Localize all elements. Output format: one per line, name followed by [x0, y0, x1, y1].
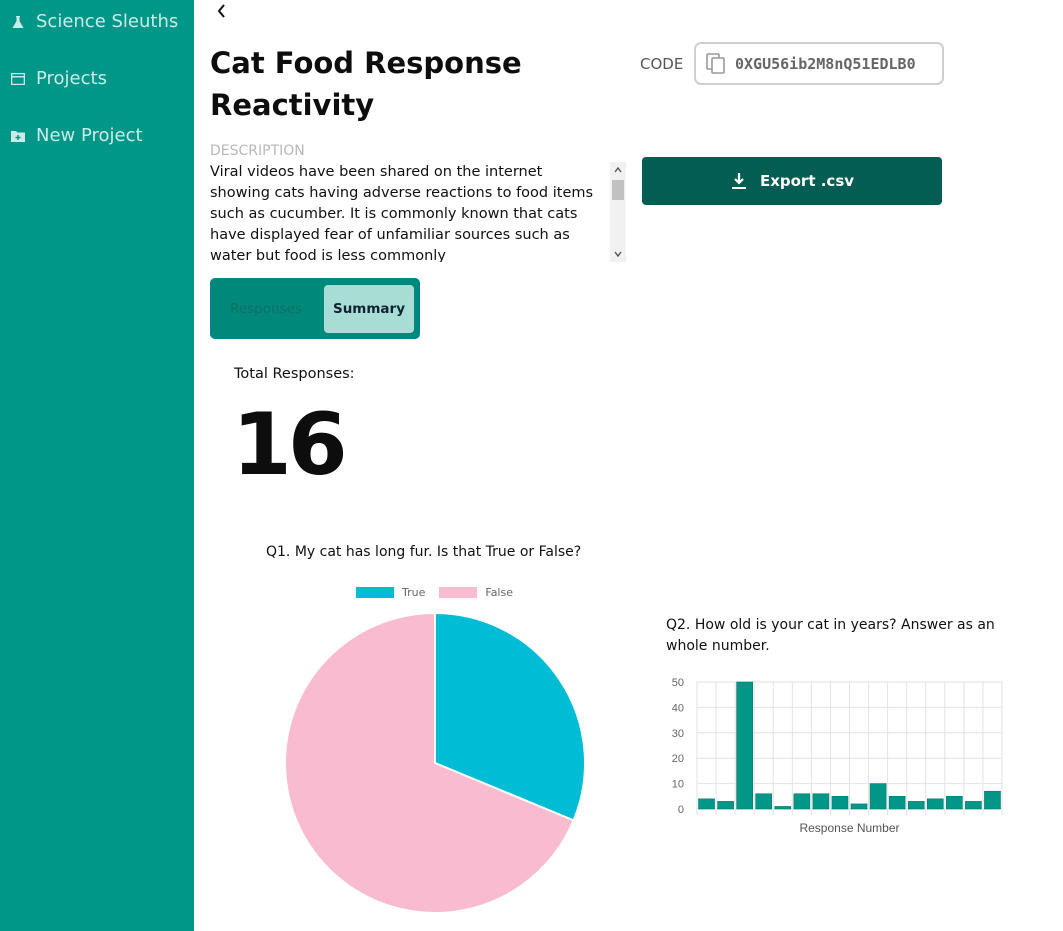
legend-label-false: False — [485, 586, 513, 599]
add-folder-icon — [10, 128, 26, 144]
y-tick-label: 0 — [678, 804, 684, 816]
description-box[interactable]: Viral videos have been shared on the int… — [210, 162, 626, 262]
tab-responses[interactable]: Responses — [216, 285, 316, 333]
scroll-up-icon[interactable] — [610, 162, 626, 178]
legend-label-true: True — [402, 586, 426, 599]
description-label: DESCRIPTION — [210, 143, 305, 159]
description-scrollbar[interactable] — [610, 162, 626, 262]
sidebar-item-new-project[interactable]: New Project — [10, 125, 143, 146]
sidebar-item-label: Science Sleuths — [36, 11, 179, 32]
bar-response-1[interactable] — [698, 798, 715, 810]
y-tick-label: 50 — [672, 677, 684, 689]
bar-response-3[interactable] — [736, 681, 753, 810]
description-text: Viral videos have been shared on the int… — [210, 164, 594, 262]
legend-item-true[interactable]: True — [356, 586, 425, 599]
y-tick-label: 30 — [672, 728, 684, 740]
bar-response-4[interactable] — [755, 793, 773, 810]
total-responses-label: Total Responses: — [234, 366, 355, 382]
x-axis-label: Response Number — [799, 821, 899, 835]
sidebar: Science Sleuths Projects New Project — [0, 0, 194, 931]
bar-response-16[interactable] — [984, 790, 1001, 810]
sidebar-item-projects[interactable]: Projects — [10, 68, 107, 89]
sidebar-item-label: New Project — [36, 125, 143, 146]
y-tick-label: 40 — [672, 702, 684, 714]
sidebar-item-science-sleuths[interactable]: Science Sleuths — [10, 11, 178, 32]
bar-response-6[interactable] — [793, 793, 811, 810]
code-label: CODE — [640, 55, 684, 73]
bar-response-2[interactable] — [717, 801, 734, 810]
q1-chart-title: Q1. My cat has long fur. Is that True or… — [266, 544, 582, 560]
code-field[interactable]: 0XGU56ib2M8nQ51EDLB0 — [694, 42, 944, 85]
scroll-down-icon[interactable] — [610, 246, 626, 262]
scroll-thumb[interactable] — [612, 180, 624, 200]
copy-icon[interactable] — [706, 52, 726, 75]
y-tick-label: 20 — [672, 753, 684, 765]
page-title: Cat Food Response Reactivity — [210, 46, 522, 122]
bar-response-10[interactable] — [869, 783, 887, 810]
q2-bar-chart: 0 10 20 30 40 50 Response Number — [672, 677, 1003, 835]
project-code: 0XGU56ib2M8nQ51EDLB0 — [735, 54, 916, 73]
bar-response-9[interactable] — [850, 803, 868, 810]
sidebar-item-label: Projects — [36, 68, 107, 89]
download-icon — [730, 172, 748, 190]
legend-swatch-false — [439, 587, 478, 598]
bar-response-14[interactable] — [946, 796, 963, 810]
q1-pie-chart — [284, 611, 586, 914]
legend-item-false[interactable]: False — [439, 586, 513, 599]
folder-icon — [10, 71, 26, 87]
view-tabs: Responses Summary — [210, 278, 420, 339]
bar-response-11[interactable] — [888, 796, 906, 810]
flask-icon — [10, 14, 26, 30]
q2-chart-title: Q2. How old is your cat in years? Answer… — [666, 617, 995, 654]
export-csv-button[interactable]: Export .csv — [642, 157, 942, 205]
export-label: Export .csv — [759, 172, 855, 190]
bar-response-15[interactable] — [965, 801, 982, 810]
tab-summary[interactable]: Summary — [324, 285, 414, 333]
total-responses-value: 16 — [232, 395, 348, 495]
q1-legend: True False — [356, 586, 527, 599]
bar-response-5[interactable] — [774, 806, 792, 810]
legend-swatch-true — [356, 587, 394, 598]
bar-response-8[interactable] — [831, 796, 849, 810]
back-chevron-icon[interactable] — [214, 2, 230, 20]
bar-response-7[interactable] — [812, 793, 830, 810]
bar-response-12[interactable] — [907, 801, 925, 810]
bar-response-13[interactable] — [926, 798, 944, 810]
y-tick-label: 10 — [672, 779, 684, 791]
